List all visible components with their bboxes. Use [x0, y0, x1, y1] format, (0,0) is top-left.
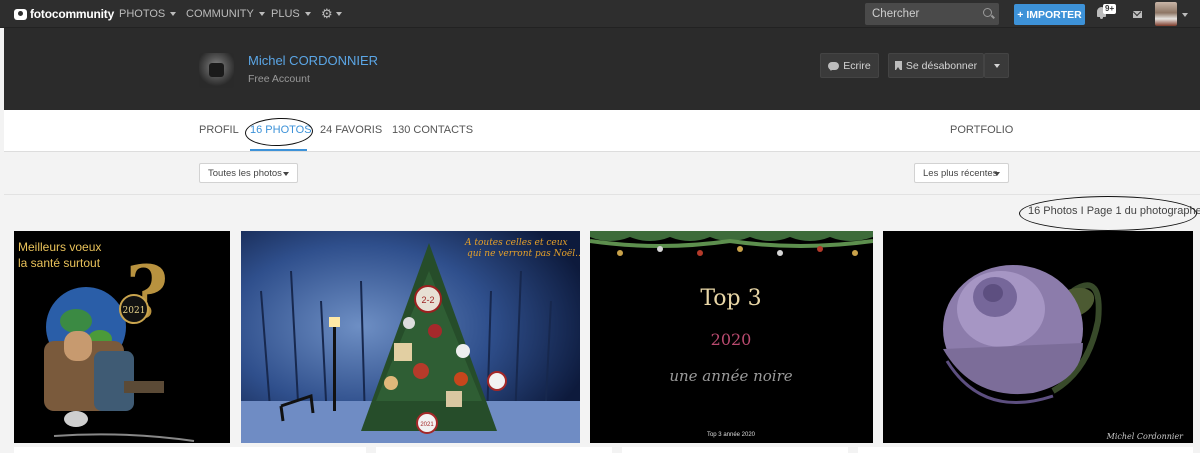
tab-favorites[interactable]: 24 FAVORIS [320, 124, 382, 136]
chevron-down-icon [304, 12, 311, 16]
profile-name[interactable]: Michel CORDONNIER [248, 53, 378, 68]
unsubscribe-options-dropdown[interactable] [984, 53, 1009, 78]
profile-header [4, 28, 1200, 110]
new-year-wishes-artwork: Meilleurs voeux la santé surtout ? 2021 [14, 231, 230, 443]
photo2-top-ornament-text: 2-2 [421, 295, 434, 305]
search-input[interactable] [865, 3, 999, 25]
photos-filter-select[interactable]: Toutes les photos [199, 163, 298, 183]
messages-envelope-icon[interactable] [1133, 11, 1142, 18]
chevron-down-icon [994, 172, 1000, 176]
photos-filter-value: Toutes les photos [208, 167, 282, 179]
profile-avatar[interactable] [199, 53, 234, 88]
sort-value: Les plus récentes [923, 167, 998, 179]
sort-select[interactable]: Les plus récentes [914, 163, 1009, 183]
photo3-subtitle: une année noire [669, 367, 792, 385]
active-tab-indicator [250, 149, 307, 151]
christmas-tree-artwork: 2-2 2021 A toutes celles et ceux qui ne … [241, 231, 580, 443]
profile-tabs [4, 110, 1200, 152]
photo2-bottom-ornament-text: 2021 [420, 422, 434, 428]
photo-thumbnail-christmas-tree[interactable]: 2-2 2021 A toutes celles et ceux qui ne … [241, 231, 580, 443]
nav-menu-community-label: COMMUNITY [186, 8, 254, 20]
gear-icon: ⚙ [321, 6, 333, 21]
photo2-caption-line2: qui ne verront pas Noël... [467, 249, 580, 259]
unsubscribe-label: Se désabonner [905, 59, 978, 72]
photo1-year-badge: 2021 [123, 306, 146, 316]
filter-bar [4, 152, 1200, 195]
photo3-year: 2020 [711, 330, 752, 349]
nav-menu-plus-label: PLUS [271, 8, 300, 20]
photo1-caption-line2: la santé surtout [18, 256, 101, 270]
nav-menu-plus[interactable]: PLUS [271, 8, 311, 20]
photo3-title: Top 3 [700, 286, 761, 311]
import-button[interactable]: + IMPORTER [1014, 4, 1085, 25]
chevron-down-icon [993, 63, 1000, 68]
search-icon[interactable] [983, 8, 992, 17]
photo-card-footer [376, 447, 612, 453]
search-box [865, 3, 999, 25]
photo2-caption-line1: A toutes celles et ceux [464, 238, 568, 248]
write-message-button[interactable]: Ecrire [820, 53, 879, 78]
photo4-signature: Michel Cordonnier [1106, 432, 1185, 441]
tab-profile[interactable]: PROFIL [199, 124, 239, 136]
nav-menu-community[interactable]: COMMUNITY [186, 8, 265, 20]
chevron-down-icon [335, 12, 342, 16]
tab-contacts[interactable]: 130 CONTACTS [392, 124, 473, 136]
top3-2020-artwork: Top 3 2020 une année noire Top 3 année 2… [590, 231, 873, 443]
photo1-caption-line1: Meilleurs voeux [18, 240, 101, 254]
nav-menu-photos[interactable]: PHOTOS [119, 8, 177, 20]
chevron-down-icon [283, 172, 289, 176]
camera-icon [14, 8, 27, 20]
photo-card-footer [858, 447, 1193, 453]
user-avatar-menu[interactable] [1155, 2, 1188, 26]
nav-menu-photos-label: PHOTOS [119, 8, 166, 20]
photo-card-footer [622, 447, 848, 453]
unsubscribe-button[interactable]: Se désabonner [888, 53, 984, 78]
fotocommunity-logo[interactable]: fotocommunity [14, 6, 114, 22]
write-message-label: Ecrire [843, 59, 871, 72]
photo-card-footer [14, 447, 366, 453]
photo3-footer: Top 3 année 2020 [707, 432, 756, 438]
bookmark-icon [894, 61, 902, 70]
chat-bubbles-icon [828, 61, 840, 71]
chevron-down-icon [170, 12, 177, 16]
chevron-down-icon [1182, 13, 1188, 17]
chevron-down-icon [258, 12, 265, 16]
photo-thumbnail-purple-rose[interactable]: Michel Cordonnier [883, 231, 1193, 443]
hand-drawn-circle-annotation [1019, 196, 1197, 231]
account-type: Free Account [248, 73, 310, 85]
logo-text: fotocommunity [30, 7, 115, 21]
notifications-badge: 9+ [1103, 4, 1117, 14]
purple-rose-artwork: Michel Cordonnier [883, 231, 1193, 443]
settings-menu[interactable]: ⚙ [321, 6, 342, 22]
photo-thumbnail-top3-2020[interactable]: Top 3 2020 une année noire Top 3 année 2… [590, 231, 873, 443]
tab-portfolio[interactable]: PORTFOLIO [950, 124, 1013, 136]
photo-thumbnail-new-year-wishes[interactable]: Meilleurs voeux la santé surtout ? 2021 [14, 231, 230, 443]
